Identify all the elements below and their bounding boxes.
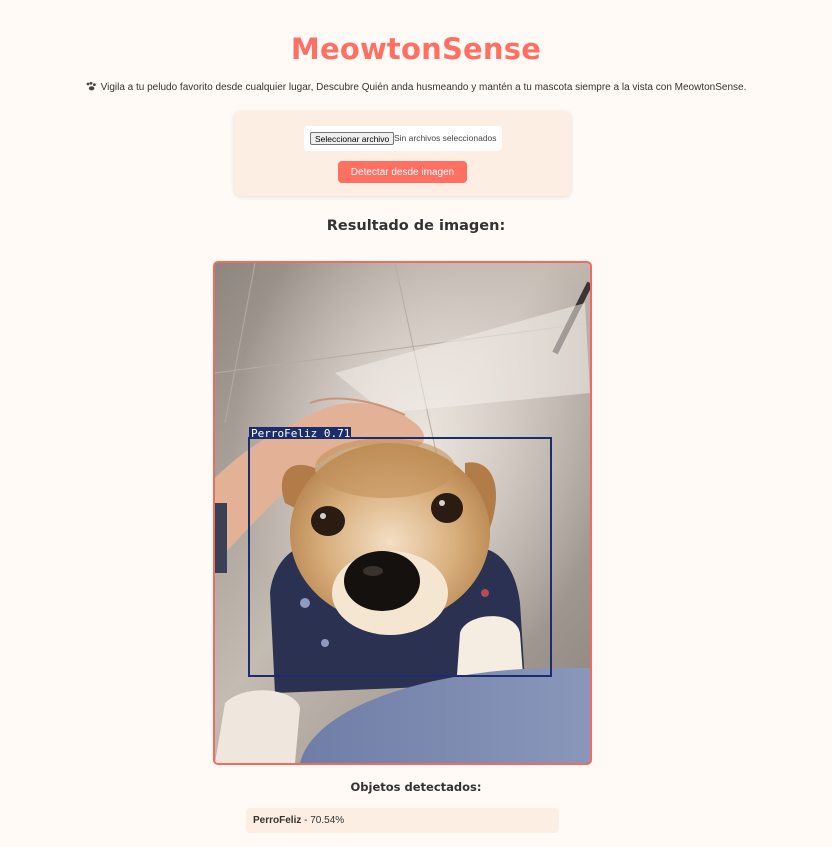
result-image: PerroFeliz 0.71 [213,261,592,765]
bbox-label: PerroFeliz 0.71 [251,427,350,440]
file-status-text: Sin archivos seleccionados [394,133,497,143]
subtitle-text: Vigila a tu peludo favorito desde cualqu… [100,82,747,93]
choose-file-button[interactable]: Seleccionar archivo [310,132,395,145]
app-subtitle: Vigila a tu peludo favorito desde cualqu… [0,81,832,93]
app-title: MeowtonSense [290,32,542,66]
file-input[interactable]: Seleccionar archivo Sin archivos selecci… [304,126,502,151]
detection-confidence: 70.54% [310,815,345,826]
detect-from-image-button[interactable]: Detectar desde imagen [338,161,467,183]
result-heading: Resultado de imagen: [326,218,506,234]
detections-heading: Objetos detectados: [350,780,482,794]
dog-photo: PerroFeliz 0.71 [215,263,590,763]
detection-item: PerroFeliz - 70.54% [246,808,559,833]
upload-card: Seleccionar archivo Sin archivos selecci… [234,111,571,196]
detection-separator: - [301,815,311,826]
paw-icon [86,81,97,91]
detection-label: PerroFeliz [253,815,302,826]
